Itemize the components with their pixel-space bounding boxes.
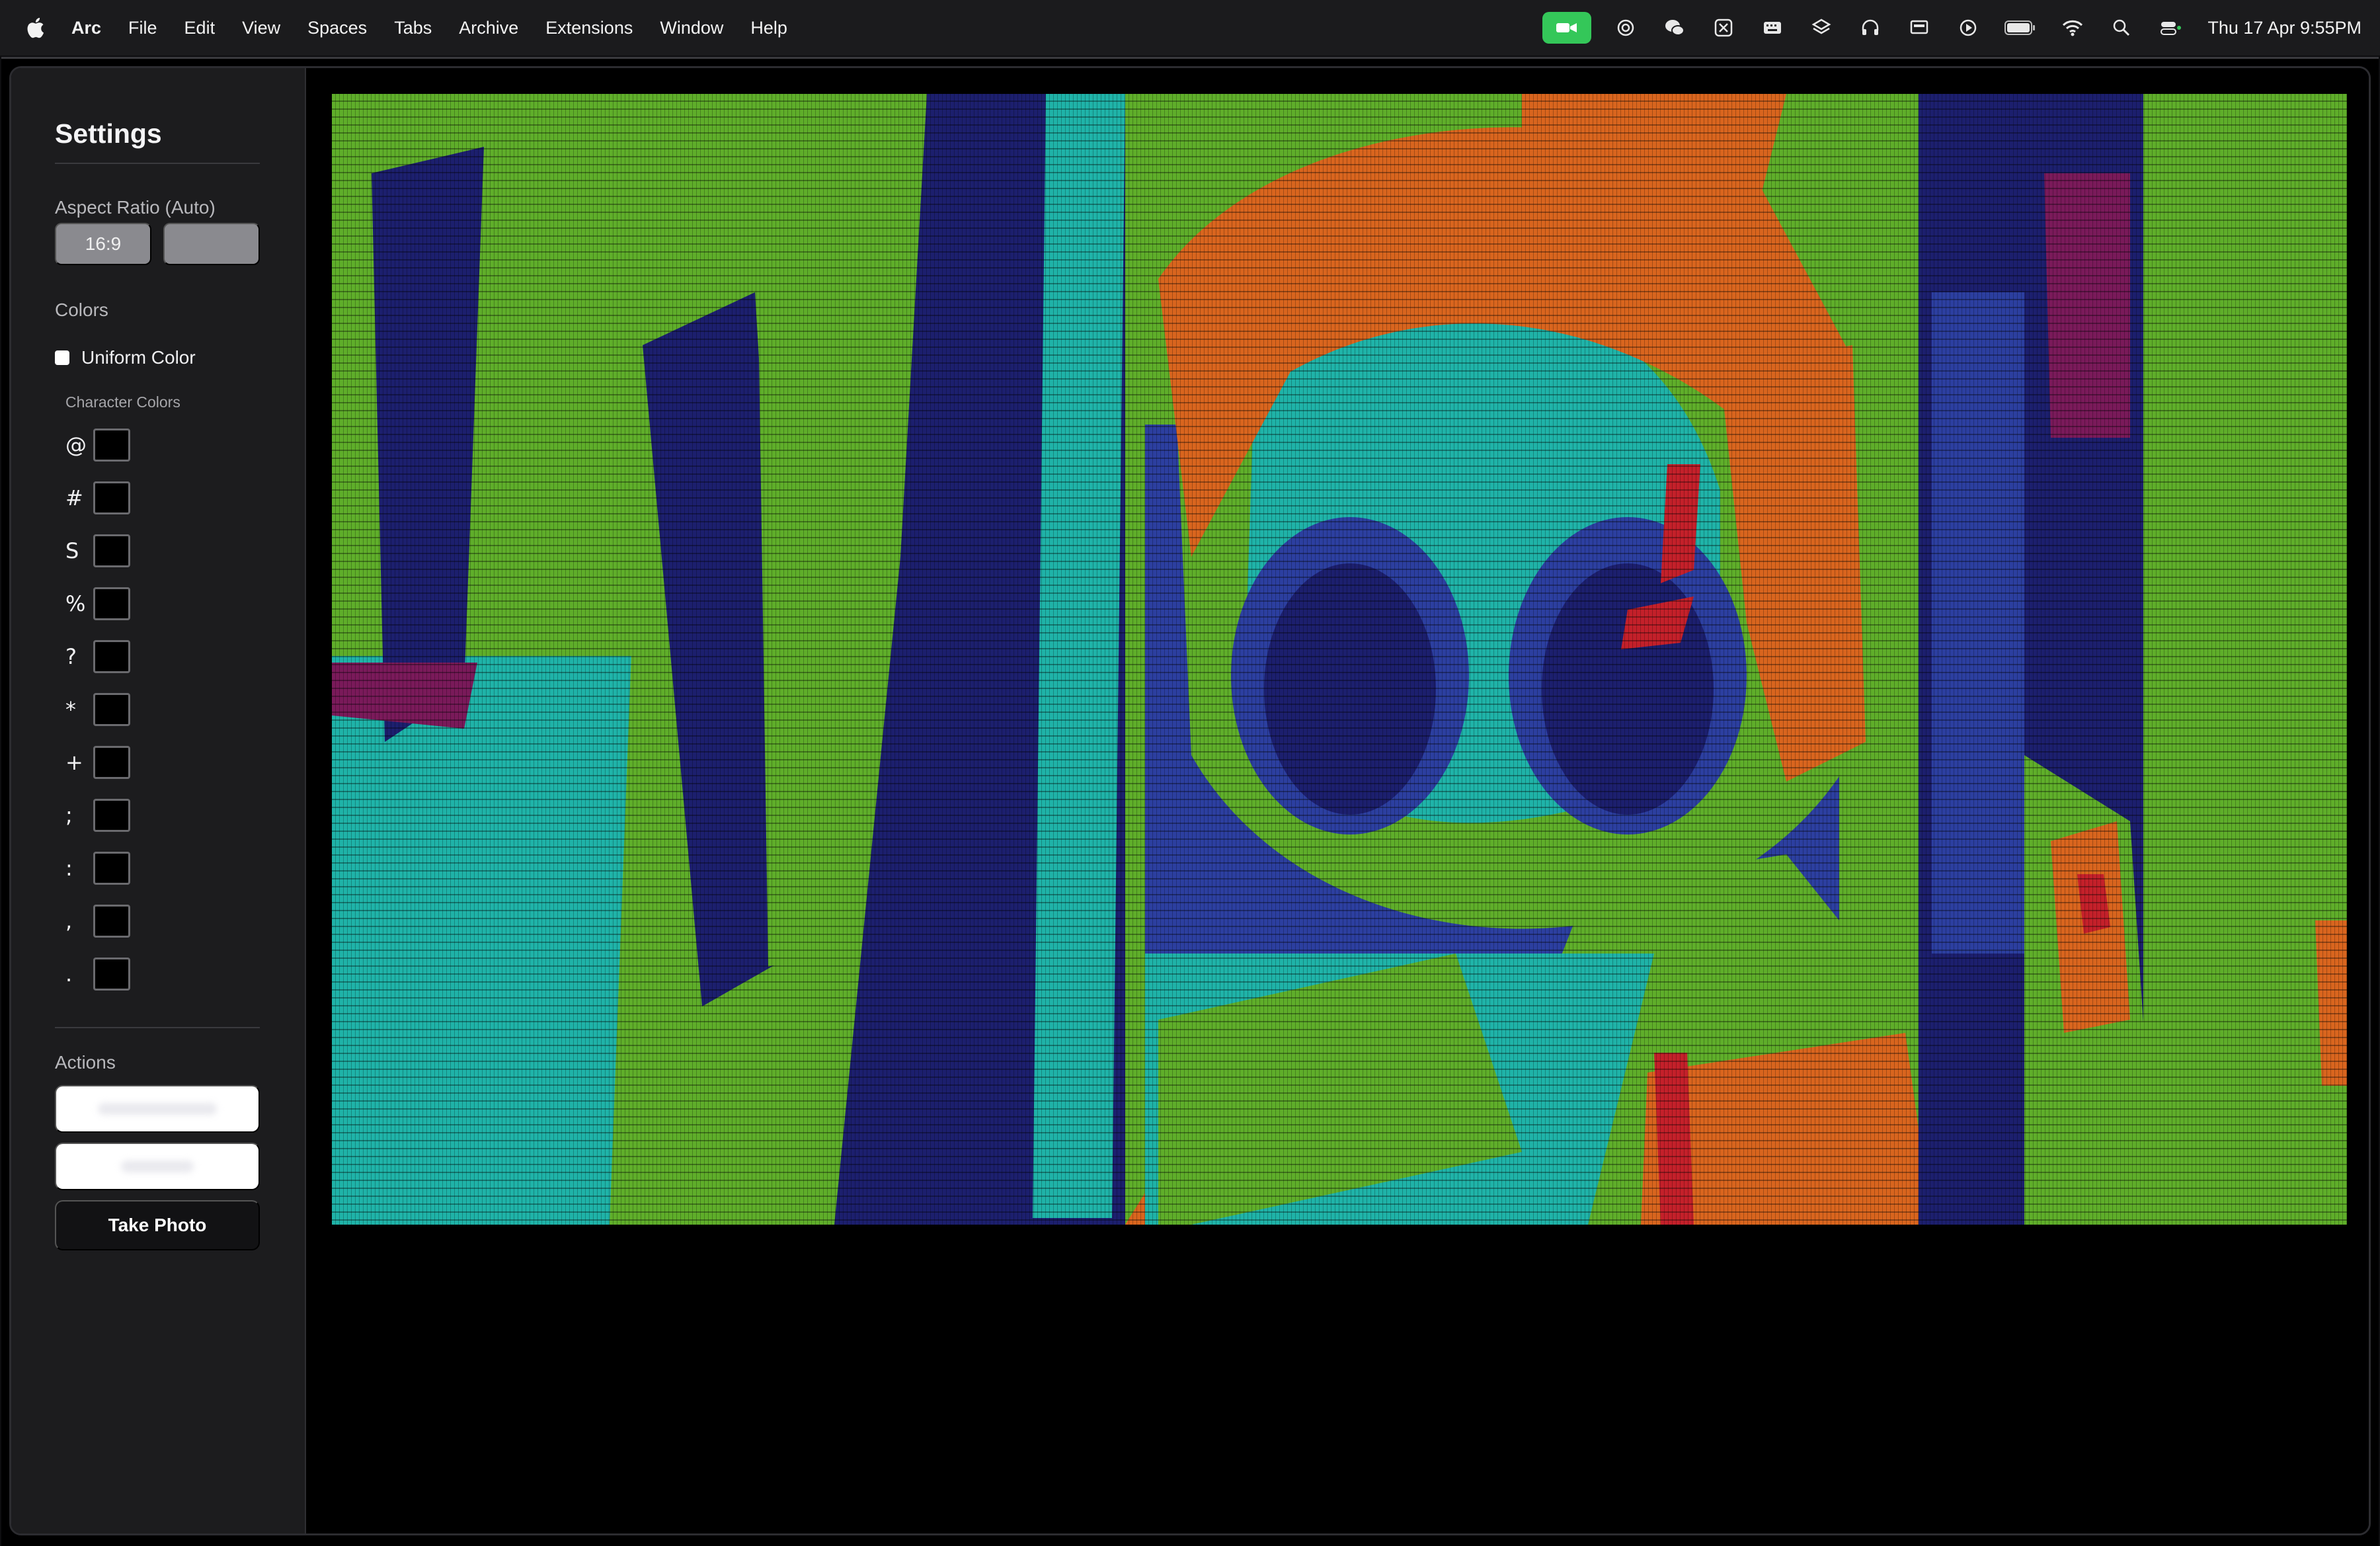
character-colors-label: Character Colors — [65, 393, 180, 411]
control-center-icon[interactable] — [2156, 13, 2185, 42]
wifi-icon[interactable] — [2058, 13, 2087, 42]
aspect-ratio-alt-button[interactable] — [163, 223, 260, 265]
color-swatch[interactable] — [93, 481, 130, 514]
blurred-label — [121, 1160, 194, 1172]
char-glyph: * — [65, 697, 76, 722]
menu-tabs[interactable]: Tabs — [394, 18, 432, 38]
battery-icon — [2003, 13, 2038, 42]
char-color-row: ? — [65, 638, 130, 675]
char-color-row: # — [65, 479, 130, 516]
colors-label: Colors — [55, 300, 108, 320]
char-glyph: ; — [65, 803, 73, 828]
char-glyph: : — [65, 856, 73, 881]
char-color-row: @ — [65, 427, 130, 464]
settings-title: Settings — [55, 118, 162, 149]
display-icon[interactable] — [1905, 13, 1934, 42]
headphones-icon[interactable] — [1856, 13, 1885, 42]
char-glyph: . — [65, 961, 73, 987]
char-color-row: . — [65, 956, 130, 993]
chatgpt-icon[interactable] — [1611, 13, 1640, 42]
menu-extensions[interactable]: Extensions — [545, 18, 633, 38]
color-swatch[interactable] — [93, 957, 130, 991]
uniform-color-checkbox[interactable] — [55, 350, 69, 365]
char-glyph: % — [65, 591, 86, 616]
char-color-row: * — [65, 691, 130, 728]
uniform-color-label: Uniform Color — [81, 347, 196, 368]
aspect-ratio-16-9-button[interactable]: 16:9 — [55, 223, 151, 265]
color-swatch[interactable] — [93, 693, 130, 726]
char-glyph: @ — [65, 432, 87, 458]
char-glyph: # — [65, 485, 83, 510]
actions-label: Actions — [55, 1052, 116, 1073]
color-swatch[interactable] — [93, 640, 130, 673]
menu-view[interactable]: View — [242, 18, 280, 38]
char-color-row: ; — [65, 797, 130, 834]
char-color-row: % — [65, 585, 130, 622]
color-swatch[interactable] — [93, 799, 130, 832]
color-swatch[interactable] — [93, 746, 130, 779]
menu-edit[interactable]: Edit — [184, 18, 216, 38]
char-glyph: + — [65, 750, 83, 775]
grid-app-icon[interactable] — [1709, 13, 1738, 42]
char-color-row: S — [65, 532, 130, 569]
char-glyph: , — [65, 909, 73, 934]
menu-file[interactable]: File — [128, 18, 157, 38]
apple-icon[interactable] — [25, 15, 48, 41]
menu-window[interactable]: Window — [660, 18, 723, 38]
take-photo-button[interactable]: Take Photo — [55, 1200, 260, 1250]
ascii-camera-preview — [332, 94, 2347, 1225]
wechat-icon[interactable] — [1660, 13, 1689, 42]
blurred-label — [98, 1103, 217, 1115]
menu-bar: Arc File Edit View Spaces Tabs Archive E… — [0, 0, 2380, 56]
uniform-color-toggle[interactable]: Uniform Color — [55, 347, 196, 368]
menu-app-name[interactable]: Arc — [71, 18, 101, 38]
menu-help[interactable]: Help — [750, 18, 787, 38]
spotlight-icon[interactable] — [2107, 13, 2136, 42]
menu-clock[interactable]: Thu 17 Apr 9:55PM — [2207, 18, 2361, 38]
settings-sidebar: Settings Aspect Ratio (Auto) 16:9 Colors… — [11, 68, 306, 1533]
facetime-icon[interactable] — [1542, 12, 1592, 44]
char-color-row: : — [65, 850, 130, 887]
aspect-ratio-label: Aspect Ratio (Auto) — [55, 197, 216, 218]
color-swatch[interactable] — [93, 905, 130, 938]
color-swatch[interactable] — [93, 587, 130, 620]
camera-preview-area — [306, 68, 2369, 1533]
layers-icon[interactable] — [1807, 13, 1836, 42]
divider — [55, 163, 260, 164]
color-swatch[interactable] — [93, 534, 130, 567]
char-color-row: , — [65, 903, 130, 940]
divider — [55, 1027, 260, 1028]
color-swatch[interactable] — [93, 428, 130, 462]
window-frame: Settings Aspect Ratio (Auto) 16:9 Colors… — [9, 66, 2371, 1535]
char-glyph: ? — [65, 644, 77, 669]
ascii-art-canvas — [332, 94, 2347, 1225]
action-button-primary[interactable] — [55, 1085, 260, 1133]
action-button-secondary[interactable] — [55, 1143, 260, 1190]
menu-archive[interactable]: Archive — [459, 18, 518, 38]
char-glyph: S — [65, 538, 79, 563]
color-swatch[interactable] — [93, 852, 130, 885]
play-icon[interactable] — [1954, 13, 1983, 42]
char-color-row: + — [65, 744, 130, 781]
keyboard-icon[interactable] — [1758, 13, 1787, 42]
menu-spaces[interactable]: Spaces — [307, 18, 367, 38]
